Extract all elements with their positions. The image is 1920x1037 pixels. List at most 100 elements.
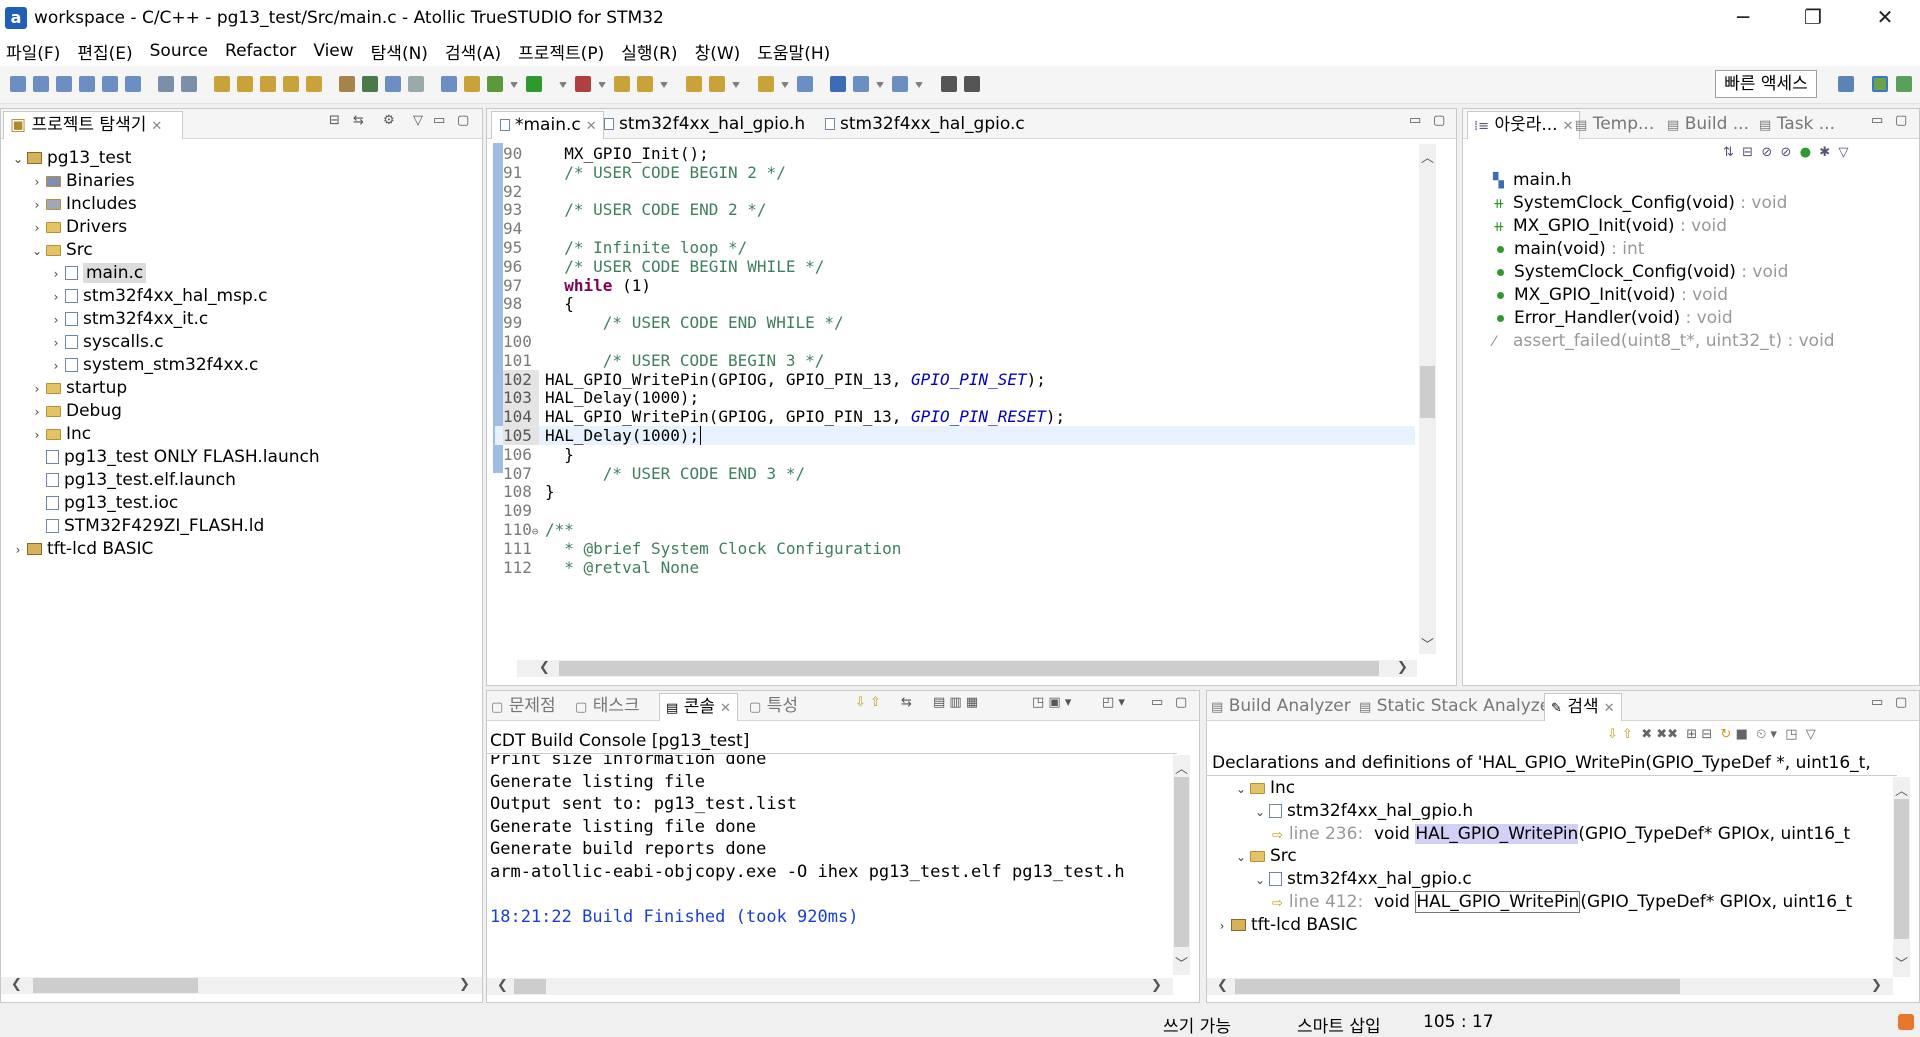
explorer-item[interactable]: › stm32f4xx_it.c	[49, 308, 209, 332]
explorer-item[interactable]: › stm32f4xx_hal_msp.c	[49, 285, 268, 308]
maximize-view-icon[interactable]: ▢	[1175, 695, 1187, 710]
minimize-view-icon[interactable]: ▭	[1151, 695, 1163, 710]
console-icon[interactable]	[441, 76, 457, 92]
next-match-icon[interactable]: ⇩ ⇧	[1607, 727, 1633, 742]
code-line[interactable]: 97 while (1)	[495, 276, 1415, 295]
new-source-icon[interactable]	[56, 76, 72, 92]
scroll-right-icon[interactable]: ❯	[459, 977, 470, 992]
refactor-icon[interactable]	[464, 76, 480, 92]
scroll-left-icon[interactable]: ❮	[497, 978, 508, 993]
search-menu-icon[interactable]	[709, 76, 725, 92]
explorer-item[interactable]: › startup	[30, 377, 128, 400]
show-console-icon[interactable]: ⇆	[901, 695, 912, 710]
external-icon[interactable]	[408, 76, 424, 92]
editor-tab[interactable]: *main.c ✕	[491, 111, 604, 139]
tab-project-explorer[interactable]: ▣ 프로젝트 탐색기 ✕	[3, 111, 183, 139]
chevron-right-icon[interactable]: ›	[30, 217, 44, 240]
chevron-right-icon[interactable]: ›	[49, 309, 63, 332]
chevron-right-icon[interactable]: ›	[1215, 915, 1229, 938]
code-line[interactable]: 90 MX_GPIO_Init();	[495, 144, 1415, 163]
console-tab[interactable]: ▢ 문제점	[491, 693, 556, 721]
scroll-up-icon[interactable]: ︿	[1895, 780, 1908, 799]
editor-horizontal-scrollbar[interactable]: ❮ ❯	[517, 660, 1417, 677]
scroll-thumb[interactable]	[1174, 777, 1189, 947]
minimize-view-icon[interactable]: ▭	[1871, 113, 1883, 128]
console-horizontal-scrollbar[interactable]: ❮ ❯	[487, 978, 1173, 995]
scroll-thumb[interactable]	[559, 661, 1379, 676]
code-line[interactable]: 95 /* Infinite loop */	[495, 238, 1415, 257]
outline-item[interactable]: ⧺ SystemClock_Config(void) : void	[1491, 192, 1787, 215]
explorer-item[interactable]: pg13_test.elf.launch	[30, 469, 236, 492]
chevron-down-icon[interactable]: ⌄	[1234, 778, 1248, 801]
chevron-right-icon[interactable]: ›	[30, 194, 44, 217]
search-horizontal-scrollbar[interactable]: ❮ ❯	[1207, 978, 1893, 995]
scroll-thumb[interactable]	[1235, 979, 1680, 994]
window-menu-icon[interactable]	[892, 76, 908, 92]
explorer-horizontal-scrollbar[interactable]: ❮ ❯	[1, 977, 482, 994]
hide-fields-icon[interactable]: ⊘	[1761, 145, 1772, 160]
close-icon[interactable]: ✕	[1604, 701, 1615, 716]
history-icon[interactable]: ⏲ ▾	[1756, 727, 1777, 742]
collapse-all-icon[interactable]: ⊟	[1701, 727, 1712, 742]
chevron-right-icon[interactable]: ›	[11, 539, 25, 562]
chevron-down-icon[interactable]: ⌄	[11, 148, 25, 171]
explorer-item[interactable]: › Drivers	[30, 216, 128, 240]
chevron-right-icon[interactable]: ›	[30, 401, 44, 424]
explorer-item[interactable]: › tft-lcd BASIC	[11, 538, 154, 562]
maximize-view-icon[interactable]: ▢	[1433, 113, 1445, 128]
expand-all-icon[interactable]: ⊞	[1686, 727, 1697, 742]
outline-item[interactable]: ⧺ MX_GPIO_Init(void) : void	[1491, 215, 1727, 238]
coverage-icon[interactable]	[575, 76, 591, 92]
scroll-right-icon[interactable]: ❯	[1397, 660, 1408, 675]
link-editor-icon[interactable]: ⇆	[353, 113, 364, 128]
chevron-right-icon[interactable]: ›	[30, 424, 44, 447]
scroll-down-icon[interactable]: ﹀	[1421, 634, 1434, 653]
chevron-right-icon[interactable]: ›	[49, 332, 63, 355]
scroll-lock-icon[interactable]: ⇩ ⇧	[855, 695, 881, 710]
outline-item[interactable]: SystemClock_Config(void) : void	[1491, 261, 1788, 284]
minimize-view-icon[interactable]: ▭	[1409, 113, 1421, 128]
close-icon[interactable]: ✕	[586, 119, 597, 134]
run-search-icon[interactable]: ↻	[1721, 727, 1732, 742]
filter-icon[interactable]: ⚙	[383, 113, 395, 128]
code-line[interactable]: 100	[495, 332, 1415, 351]
collapse-all-icon[interactable]: ⊟	[1742, 145, 1753, 160]
save-icon[interactable]	[158, 76, 174, 92]
close-icon[interactable]: ✕	[151, 119, 162, 134]
open-element-icon[interactable]	[637, 76, 653, 92]
code-line[interactable]: 102 HAL_GPIO_WritePin(GPIOG, GPIO_PIN_13,…	[495, 369, 1415, 389]
console-tab[interactable]: ▤ 콘솔 ✕	[659, 693, 738, 721]
console-vertical-scrollbar[interactable]: ︿ ﹀	[1173, 755, 1190, 975]
build-config-icon[interactable]	[306, 76, 322, 92]
save-all-icon[interactable]	[181, 76, 197, 92]
scroll-down-icon[interactable]: ﹀	[1175, 953, 1188, 972]
scroll-right-icon[interactable]: ❯	[1871, 978, 1882, 993]
minimize-view-icon[interactable]: ▭	[1871, 695, 1883, 710]
scroll-up-icon[interactable]: ︿	[1421, 147, 1434, 166]
chevron-right-icon[interactable]: ›	[30, 171, 44, 194]
cpp-perspective-icon[interactable]	[1838, 76, 1854, 92]
code-line[interactable]: 103 HAL_Delay(1000);	[495, 388, 1415, 408]
debug-icon[interactable]	[362, 76, 378, 92]
debug-perspective-icon[interactable]	[1872, 76, 1888, 92]
clear-console-icon[interactable]: ▤ ▥ ▦	[933, 695, 978, 710]
debug-build-icon[interactable]	[283, 76, 299, 92]
chevron-down-icon[interactable]: ⌄	[1253, 801, 1267, 824]
code-line[interactable]: 110⊖/**	[495, 520, 1415, 539]
menu-item-5[interactable]: 탐색(N)	[371, 39, 428, 64]
info-icon[interactable]	[853, 76, 869, 92]
collapse-all-icon[interactable]: ⊟	[329, 113, 340, 128]
outline-item[interactable]: ⁄ assert_failed(uint8_t*, uint32_t) : voi…	[1491, 330, 1835, 353]
menu-item-3[interactable]: Refactor	[225, 41, 296, 61]
scroll-thumb[interactable]	[514, 979, 546, 994]
window-icon[interactable]	[876, 82, 884, 88]
view-menu-icon[interactable]: ▽	[1806, 727, 1816, 742]
layout-icon[interactable]	[915, 82, 923, 88]
explorer-item[interactable]: › syscalls.c	[49, 331, 164, 354]
outline-item[interactable]: MX_GPIO_Init(void) : void	[1491, 284, 1728, 307]
menu-item-7[interactable]: 프로젝트(P)	[518, 39, 604, 64]
view-menu-icon[interactable]: ▽	[1838, 145, 1848, 160]
view-menu-icon[interactable]: ▽	[413, 113, 423, 128]
fold-icon[interactable]: ⊖	[532, 525, 539, 538]
scroll-down-icon[interactable]: ﹀	[1895, 953, 1908, 972]
